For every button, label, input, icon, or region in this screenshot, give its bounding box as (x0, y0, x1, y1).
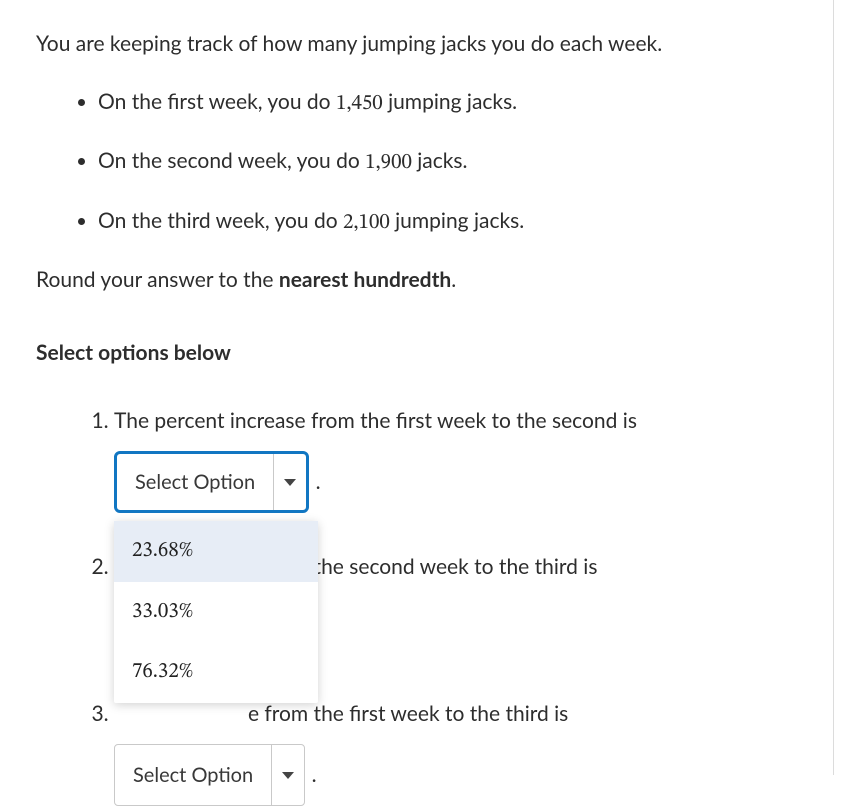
bullet-num: 1,900 (365, 152, 412, 173)
dropdown-q1[interactable]: Select Option (114, 451, 309, 513)
bullet-post: jumping jacks. (383, 89, 517, 114)
round-pre: Round your answer to the (36, 267, 279, 292)
dropdown-option[interactable]: 33.03% (114, 582, 318, 643)
dropdown-q1-label: Select Option (117, 454, 274, 510)
bullet-pre: On the third week, you do (98, 208, 343, 233)
bullet-item: On the third week, you do 2,100 jumping … (98, 205, 817, 239)
bullet-pre: On the second week, you do (98, 148, 365, 173)
select-options-heading: Select options below (36, 340, 817, 365)
round-instruction: Round your answer to the nearest hundred… (36, 264, 817, 296)
bullet-num: 1,450 (336, 93, 383, 114)
dropdown-options-popup: 23.68% 33.03% 76.32% (114, 521, 318, 703)
period: . (316, 469, 321, 494)
question-1-text: The percent increase from the first week… (114, 408, 637, 433)
round-post: . (451, 267, 456, 292)
dropdown-q3-label: Select Option (115, 745, 272, 805)
bullet-item: On the second week, you do 1,900 jacks. (98, 145, 817, 179)
dropdown-option[interactable]: 23.68% (114, 521, 318, 582)
bullet-item: On the first week, you do 1,450 jumping … (98, 86, 817, 120)
caret-down-icon (272, 745, 304, 805)
dropdown-q3[interactable]: Select Option (114, 744, 305, 806)
caret-down-icon (274, 454, 306, 510)
bullet-num: 2,100 (343, 212, 390, 233)
period: . (312, 762, 317, 787)
questions-list: The percent increase from the first week… (114, 405, 817, 806)
intro-text: You are keeping track of how many jumpin… (36, 28, 817, 60)
bullets-list: On the first week, you do 1,450 jumping … (98, 86, 817, 239)
question-3: The from the first week to the third is … (114, 698, 817, 806)
bullet-post: jumping jacks. (390, 208, 524, 233)
question-3-text-partial: e from the first week to the third is (248, 701, 568, 726)
round-bold: nearest hundredth (279, 267, 451, 292)
right-panel-border (833, 0, 853, 775)
bullet-post: jacks. (412, 148, 468, 173)
bullet-pre: On the first week, you do (98, 89, 336, 114)
question-1: The percent increase from the first week… (114, 405, 817, 514)
dropdown-option[interactable]: 76.32% (114, 642, 318, 703)
